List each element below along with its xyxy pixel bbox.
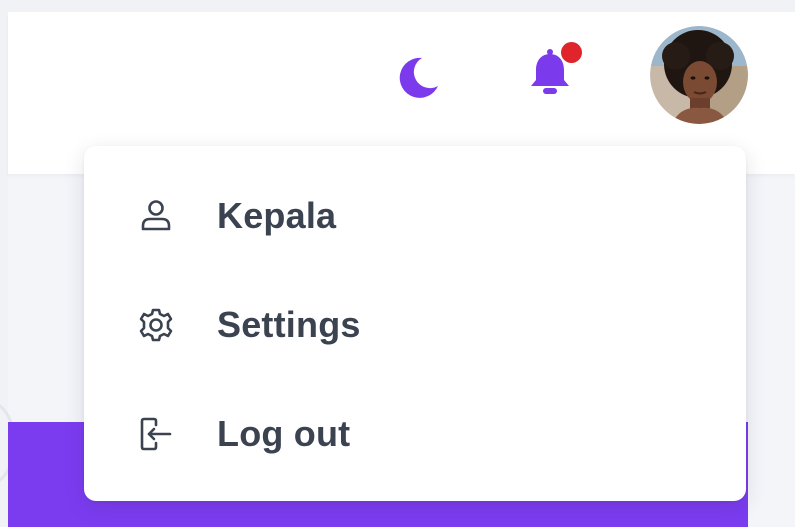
theme-toggle-button[interactable]	[392, 52, 444, 104]
menu-item-logout[interactable]: Log out	[84, 394, 746, 474]
notification-badge	[561, 42, 582, 63]
menu-item-label: Settings	[217, 304, 361, 345]
page: Kepala Settings Log out	[0, 0, 795, 527]
user-avatar-button[interactable]	[650, 26, 748, 124]
logout-icon	[136, 414, 176, 454]
gear-icon	[136, 305, 176, 345]
menu-item-profile[interactable]: Kepala	[84, 176, 746, 256]
menu-item-label: Log out	[217, 413, 351, 454]
menu-item-label: Kepala	[217, 195, 337, 236]
avatar	[650, 26, 748, 124]
notifications-button[interactable]	[522, 42, 582, 104]
menu-item-settings[interactable]: Settings	[84, 285, 746, 365]
user-icon	[136, 196, 176, 236]
user-dropdown-menu: Kepala Settings Log out	[84, 146, 746, 501]
moon-icon	[392, 50, 444, 107]
